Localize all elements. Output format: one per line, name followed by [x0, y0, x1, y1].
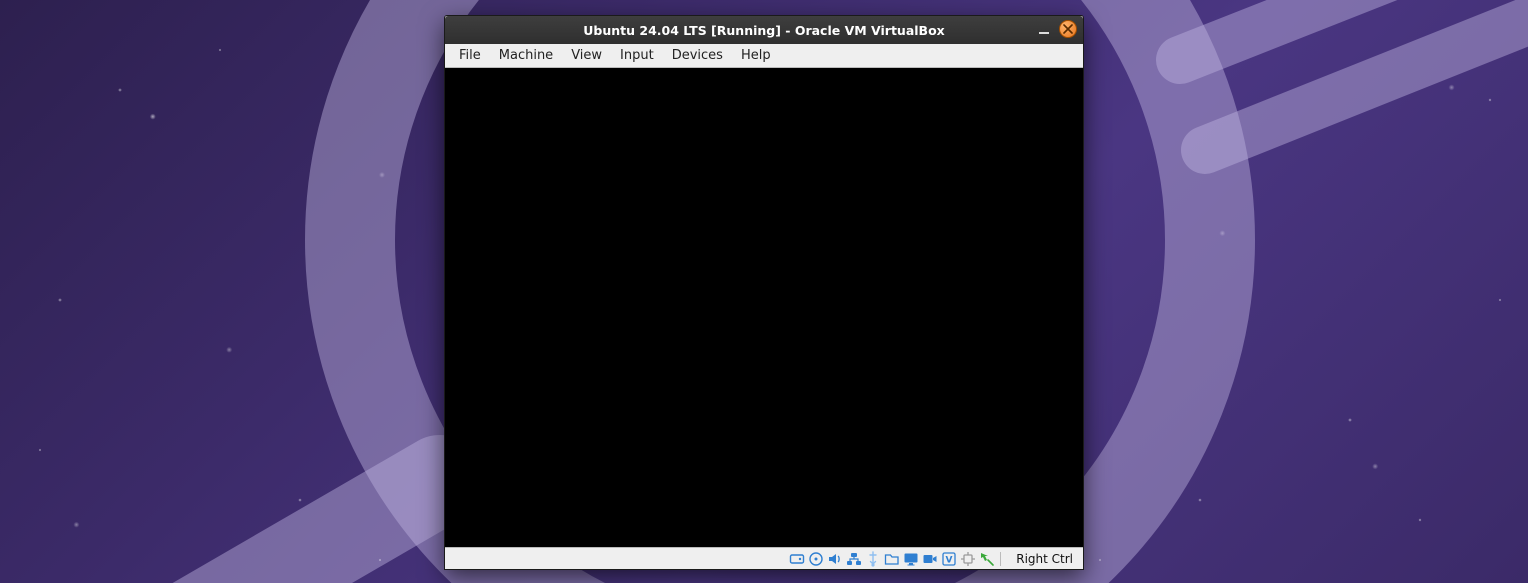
- usb-icon[interactable]: [865, 551, 881, 567]
- virtualbox-vm-window[interactable]: Ubuntu 24.04 LTS [Running] - Oracle VM V…: [444, 15, 1084, 570]
- menu-help[interactable]: Help: [733, 46, 779, 65]
- hostkey-indicator[interactable]: Right Ctrl: [1012, 551, 1077, 567]
- close-button[interactable]: [1059, 20, 1077, 38]
- statusbar-separator: [1000, 552, 1001, 566]
- window-controls: [1035, 20, 1077, 38]
- menu-file[interactable]: File: [451, 46, 489, 65]
- network-icon[interactable]: [846, 551, 862, 567]
- minimize-button[interactable]: [1035, 20, 1053, 38]
- window-title: Ubuntu 24.04 LTS [Running] - Oracle VM V…: [445, 23, 1083, 38]
- desktop-wallpaper: Ubuntu 24.04 LTS [Running] - Oracle VM V…: [0, 0, 1528, 583]
- svg-text:V: V: [946, 555, 953, 565]
- display-icon[interactable]: [903, 551, 919, 567]
- optical-disc-icon[interactable]: [808, 551, 824, 567]
- video-capture-icon[interactable]: V: [941, 551, 957, 567]
- processor-icon[interactable]: [960, 551, 976, 567]
- menu-input[interactable]: Input: [612, 46, 662, 65]
- recording-icon[interactable]: [922, 551, 938, 567]
- shared-folder-icon[interactable]: [884, 551, 900, 567]
- menu-devices[interactable]: Devices: [664, 46, 731, 65]
- harddisk-icon[interactable]: [789, 551, 805, 567]
- menu-machine[interactable]: Machine: [491, 46, 561, 65]
- guest-display-area[interactable]: [445, 68, 1083, 547]
- statusbar: V Right Ctrl: [445, 547, 1083, 569]
- mouse-integration-icon[interactable]: [979, 551, 995, 567]
- audio-icon[interactable]: [827, 551, 843, 567]
- menu-view[interactable]: View: [563, 46, 610, 65]
- menubar: File Machine View Input Devices Help: [445, 44, 1083, 68]
- window-titlebar[interactable]: Ubuntu 24.04 LTS [Running] - Oracle VM V…: [445, 16, 1083, 44]
